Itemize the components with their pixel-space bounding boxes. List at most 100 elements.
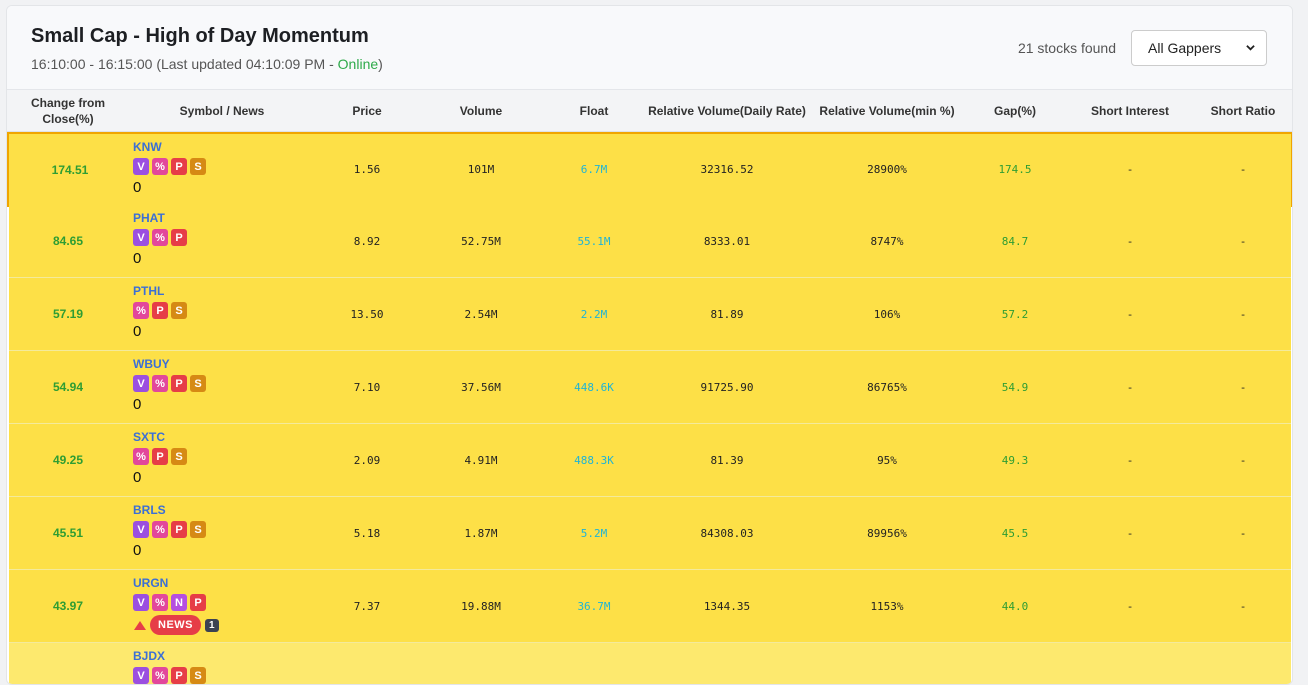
scanner-header: Small Cap - High of Day Momentum 16:10:0… bbox=[7, 6, 1292, 90]
gap-cell: 44.0 bbox=[1001, 599, 1029, 613]
symbol-news-cell: URGN V% N P NEWS 1 bbox=[133, 576, 333, 635]
table-row[interactable]: 84.65 PHAT V% P 0 8.92 52.75M 55.1M 8333.01 8747%… bbox=[9, 205, 1291, 278]
price-cell: 1.56 bbox=[353, 163, 381, 176]
col-rel-volume-daily[interactable]: Relative Volume(Daily Rate) bbox=[644, 90, 810, 132]
news-button[interactable]: NEWS bbox=[150, 615, 201, 635]
short-badge[interactable]: S bbox=[171, 302, 187, 319]
symbol-link[interactable]: BJDX bbox=[133, 649, 333, 665]
change-from-close-cell: 84.65 bbox=[52, 234, 84, 248]
price-cell: 2.09 bbox=[353, 453, 381, 467]
change-from-close-cell: 57.19 bbox=[52, 307, 84, 321]
news-badge[interactable]: N bbox=[171, 594, 187, 611]
short-ratio-cell: - bbox=[1239, 163, 1247, 176]
price-badge[interactable]: P bbox=[171, 521, 187, 538]
volume-badge[interactable]: V bbox=[133, 375, 149, 392]
badge-group: % P S bbox=[133, 302, 333, 320]
rel-volume-daily-cell: 84308.03 bbox=[700, 526, 754, 540]
float-cell: 6.7M bbox=[580, 163, 608, 176]
table-row[interactable]: 49.25 SXTC% P S 0 2.09 4.91M 488.3K 81.39 95% 49.3… bbox=[9, 424, 1291, 497]
symbol-link[interactable]: BRLS bbox=[133, 503, 333, 519]
triangle-up-icon bbox=[134, 620, 146, 630]
col-float[interactable]: Float bbox=[544, 90, 644, 132]
price-badge[interactable]: P bbox=[152, 302, 168, 319]
symbol-link[interactable]: WBUY bbox=[133, 357, 333, 373]
badge-group: V% P S bbox=[133, 667, 333, 684]
symbol-link[interactable]: PHAT bbox=[133, 211, 333, 227]
short-interest-cell bbox=[1075, 643, 1185, 684]
float-cell: 5.2M bbox=[580, 526, 608, 540]
volume-badge[interactable]: V bbox=[133, 229, 149, 246]
short-badge[interactable]: S bbox=[190, 667, 206, 684]
col-short-ratio[interactable]: Short Ratio bbox=[1193, 90, 1292, 132]
symbol-link[interactable]: SXTC bbox=[133, 430, 333, 446]
scanner-panel: Small Cap - High of Day Momentum 16:10:0… bbox=[6, 5, 1293, 685]
col-short-interest[interactable]: Short Interest bbox=[1075, 90, 1185, 132]
price-badge[interactable]: P bbox=[171, 158, 187, 175]
col-gap[interactable]: Gap(%) bbox=[965, 90, 1065, 132]
col-volume[interactable]: Volume bbox=[431, 90, 531, 132]
short-badge[interactable]: S bbox=[190, 375, 206, 392]
price-badge[interactable]: P bbox=[171, 667, 187, 684]
rel-volume-daily-cell: 81.89 bbox=[710, 307, 744, 321]
short-ratio-cell: - bbox=[1239, 453, 1247, 467]
short-ratio-cell: - bbox=[1239, 599, 1247, 613]
volume-badge[interactable]: V bbox=[133, 667, 149, 684]
volume-badge[interactable]: V bbox=[133, 594, 149, 611]
price-cell: 8.92 bbox=[353, 234, 381, 248]
symbol-link[interactable]: PTHL bbox=[133, 284, 333, 300]
price-cell: 7.37 bbox=[353, 599, 381, 613]
table-row[interactable]: 45.51 BRLS V% P S 0 5.18 1.87M 5.2M 84308.03 89956… bbox=[9, 497, 1291, 570]
news-count-value: 0 bbox=[133, 542, 142, 559]
change-from-close-cell: 43.97 bbox=[52, 599, 84, 613]
col-price[interactable]: Price bbox=[317, 90, 417, 132]
short-badge[interactable]: S bbox=[171, 448, 187, 465]
volume-badge[interactable]: V bbox=[133, 521, 149, 538]
rel-volume-min-cell: 86765% bbox=[867, 380, 907, 394]
short-interest-cell: - bbox=[1126, 380, 1134, 394]
symbol-news-cell: PHAT V% P 0 bbox=[133, 211, 333, 267]
badge-group: % P S bbox=[133, 448, 333, 466]
gapper-filter-value: All Gappers bbox=[1148, 40, 1222, 56]
symbol-link[interactable]: URGN bbox=[133, 576, 333, 592]
short-interest-cell: - bbox=[1126, 526, 1134, 540]
short-interest-cell: - bbox=[1126, 453, 1134, 467]
percent-badge[interactable]: % bbox=[152, 229, 168, 246]
col-rel-volume-min[interactable]: Relative Volume(min %) bbox=[814, 90, 960, 132]
percent-badge[interactable]: % bbox=[152, 521, 168, 538]
connection-status: Online bbox=[337, 56, 379, 72]
percent-badge[interactable]: % bbox=[152, 594, 168, 611]
col-symbol-news[interactable]: Symbol / News bbox=[157, 90, 287, 132]
gap-cell bbox=[965, 643, 1065, 684]
price-badge[interactable]: P bbox=[152, 448, 168, 465]
badge-group: V% P bbox=[133, 229, 333, 247]
table-row[interactable]: 54.94 WBUY V% P S 0 7.10 37.56M 448.6K 91725.90 86… bbox=[9, 351, 1291, 424]
price-badge[interactable]: P bbox=[171, 229, 187, 246]
short-badge[interactable]: S bbox=[190, 158, 206, 175]
price-badge[interactable]: P bbox=[171, 375, 187, 392]
table-row[interactable]: 43.97 URGN V% N P NEWS 1 7.37 19.88M 36.7M 1344.35… bbox=[9, 570, 1291, 643]
percent-badge[interactable]: % bbox=[152, 375, 168, 392]
symbol-news-cell: BRLS V% P S 0 bbox=[133, 503, 333, 559]
symbol-link[interactable]: KNW bbox=[133, 140, 333, 156]
table-row[interactable]: BJDX V% P S bbox=[9, 643, 1292, 684]
volume-badge[interactable]: V bbox=[133, 158, 149, 175]
gap-cell: 54.9 bbox=[1001, 380, 1029, 394]
col-change-from-close[interactable]: Change from Close(%) bbox=[17, 90, 119, 132]
rel-volume-daily-cell bbox=[644, 643, 810, 684]
price-badge[interactable]: P bbox=[190, 594, 206, 611]
gapper-filter-select[interactable]: All Gappers bbox=[1131, 30, 1267, 66]
table-row[interactable]: 174.51 KNW V% P S 0 1.56 101M 6.7M 32316.52 28900%… bbox=[7, 132, 1292, 207]
percent-badge[interactable]: % bbox=[152, 158, 168, 175]
short-badge[interactable]: S bbox=[190, 521, 206, 538]
percent-badge[interactable]: % bbox=[133, 302, 149, 319]
percent-badge[interactable]: % bbox=[152, 667, 168, 684]
price-cell: 7.10 bbox=[353, 380, 381, 394]
rel-volume-min-cell: 106% bbox=[873, 307, 901, 321]
symbol-news-cell: PTHL% P S 0 bbox=[133, 284, 333, 340]
short-ratio-cell bbox=[1193, 643, 1292, 684]
table-row[interactable]: 57.19 PTHL% P S 0 13.50 2.54M 2.2M 81.89 106% 57.2… bbox=[9, 278, 1291, 351]
change-from-close-cell: 45.51 bbox=[52, 526, 84, 540]
percent-badge[interactable]: % bbox=[133, 448, 149, 465]
rel-volume-daily-cell: 1344.35 bbox=[703, 599, 751, 613]
float-cell: 36.7M bbox=[577, 599, 611, 613]
